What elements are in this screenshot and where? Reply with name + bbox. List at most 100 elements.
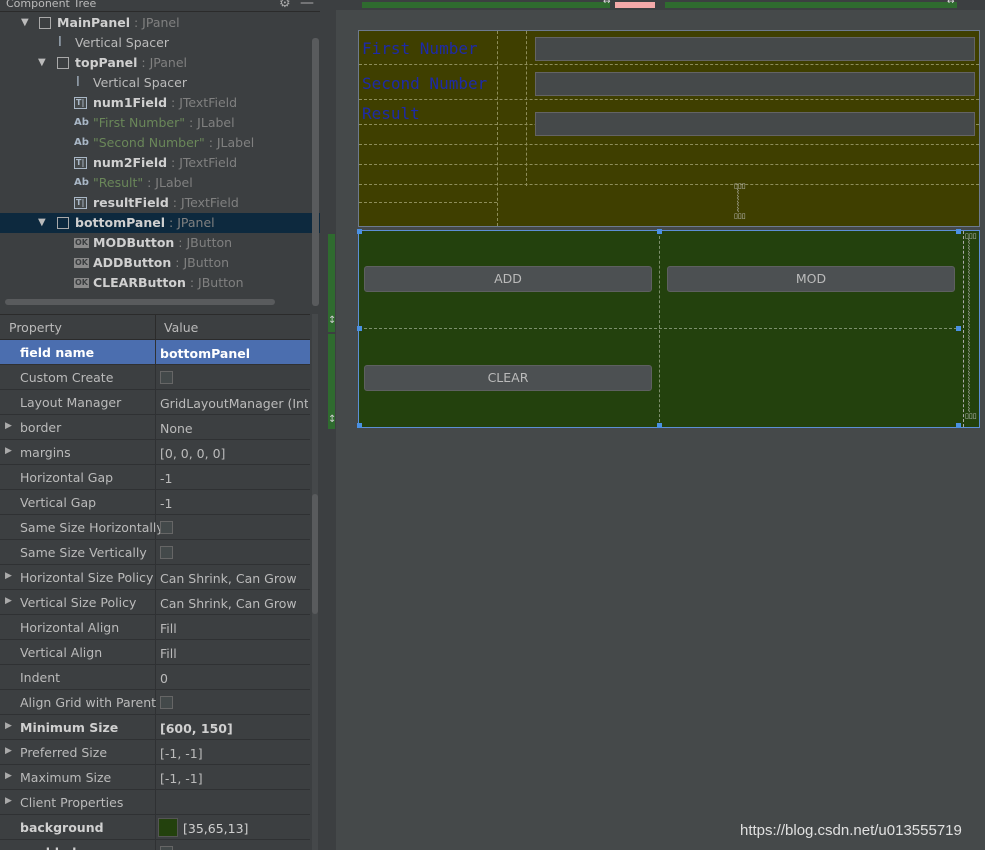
tree-node-second-number-label[interactable]: Ab "Second Number" : JLabel bbox=[0, 133, 320, 153]
resize-horizontal-icon[interactable]: ↔ bbox=[947, 0, 955, 7]
prop-value[interactable]: [35,65,13] bbox=[183, 821, 320, 836]
expand-arrow-icon[interactable]: ▼ bbox=[21, 13, 29, 33]
mod-button[interactable]: MOD bbox=[667, 266, 955, 292]
prop-value[interactable]: [0, 0, 0, 0] bbox=[160, 446, 308, 461]
resize-handle[interactable] bbox=[657, 423, 662, 428]
resize-handle[interactable] bbox=[956, 423, 961, 428]
vertical-spacer-icon[interactable]: ▯▯▯ ⌇ ⌇ ⌇ ⌇ ▯▯▯ bbox=[734, 183, 746, 220]
bottom-panel[interactable]: ADD MOD CLEAR ▯▯▯ ⌇ ⌇ ⌇ ⌇ ⌇ ⌇ ⌇ ⌇ ⌇ ⌇ ⌇ … bbox=[357, 229, 980, 428]
tree-node-addbutton[interactable]: OK ADDButton : JButton bbox=[0, 253, 320, 273]
prop-row-field-name[interactable]: field name bottomPanel bbox=[0, 340, 310, 365]
expand-arrow-icon[interactable]: ▶ bbox=[5, 771, 12, 781]
prop-row-vertical-size-policy[interactable]: ▶ Vertical Size Policy Can Shrink, Can Gro… bbox=[0, 590, 310, 615]
resize-handle[interactable] bbox=[357, 423, 362, 428]
tree-node-mainpanel[interactable]: ▼ MainPanel : JPanel bbox=[0, 13, 320, 33]
tree-node-modbutton[interactable]: OK MODButton : JButton bbox=[0, 233, 320, 253]
prop-row-align-grid-with-parent[interactable]: Align Grid with Parent bbox=[0, 690, 310, 715]
tree-node-toppanel[interactable]: ▼ topPanel : JPanel bbox=[0, 53, 320, 73]
splitter[interactable]: ↕ ↕ bbox=[320, 0, 336, 850]
property-scrollbar[interactable] bbox=[312, 314, 318, 850]
tree-node-result-label[interactable]: Ab "Result" : JLabel bbox=[0, 173, 320, 193]
expand-arrow-icon[interactable]: ▶ bbox=[5, 721, 12, 731]
prop-row-layout-manager[interactable]: Layout Manager GridLayoutManager (Int... bbox=[0, 390, 310, 415]
prop-value[interactable]: Fill bbox=[160, 646, 308, 661]
expand-arrow-icon[interactable]: ▶ bbox=[5, 796, 12, 806]
top-panel[interactable]: First Number Second Number Result ▯▯▯ ⌇ … bbox=[358, 30, 980, 227]
result-field[interactable] bbox=[535, 112, 975, 136]
tree-node-vertical-spacer[interactable]: Ι Vertical Spacer bbox=[0, 33, 320, 53]
prop-value[interactable]: GridLayoutManager (Int... bbox=[160, 396, 308, 411]
num1-field[interactable] bbox=[535, 37, 975, 61]
prop-row-same-size-horizontally[interactable]: Same Size Horizontally bbox=[0, 515, 310, 540]
prop-value[interactable]: [-1, -1] bbox=[160, 771, 308, 786]
prop-row-indent[interactable]: Indent 0 bbox=[0, 665, 310, 690]
tree-node-first-number-label[interactable]: Ab "First Number" : JLabel bbox=[0, 113, 320, 133]
expand-arrow-icon[interactable]: ▶ bbox=[5, 571, 12, 581]
second-number-label[interactable]: Second Number bbox=[362, 74, 487, 93]
prop-row-background[interactable]: background [35,65,13] bbox=[0, 815, 310, 840]
expand-arrow-icon[interactable]: ▶ bbox=[5, 596, 12, 606]
enabled-checkbox[interactable] bbox=[160, 846, 173, 850]
num2-field[interactable] bbox=[535, 72, 975, 96]
horizontal-spacer-icon[interactable]: ▯▯▯ ⌇ ⌇ ⌇ ⌇ ⌇ ⌇ ⌇ ⌇ ⌇ ⌇ ⌇ ⌇ ⌇ ⌇ ⌇ ⌇ ⌇ ⌇ … bbox=[965, 233, 977, 420]
expand-arrow-icon[interactable]: ▶ bbox=[5, 746, 12, 756]
prop-row-margins[interactable]: ▶ margins [0, 0, 0, 0] bbox=[0, 440, 310, 465]
tree-horizontal-scrollbar[interactable] bbox=[5, 299, 275, 305]
tree-vertical-scrollbar[interactable] bbox=[312, 38, 319, 306]
clear-button[interactable]: CLEAR bbox=[364, 365, 652, 391]
add-button[interactable]: ADD bbox=[364, 266, 652, 292]
expand-arrow-icon[interactable]: ▶ bbox=[5, 421, 12, 431]
prop-row-minimum-size[interactable]: ▶ Minimum Size [600, 150] bbox=[0, 715, 310, 740]
prop-row-border[interactable]: ▶ border None bbox=[0, 415, 310, 440]
prop-row-horizontal-size-policy[interactable]: ▶ Horizontal Size Policy Can Shrink, Can G… bbox=[0, 565, 310, 590]
tree-node-clearbutton[interactable]: OK CLEARButton : JButton bbox=[0, 273, 320, 293]
resize-handle[interactable] bbox=[657, 229, 662, 234]
tree-node-resultfield[interactable]: T| resultField : JTextField bbox=[0, 193, 320, 213]
tree-node-vertical-spacer[interactable]: Ι Vertical Spacer bbox=[0, 73, 320, 93]
prop-row-maximum-size[interactable]: ▶ Maximum Size [-1, -1] bbox=[0, 765, 310, 790]
prop-row-same-size-vertically[interactable]: Same Size Vertically bbox=[0, 540, 310, 565]
column-grip[interactable] bbox=[362, 2, 610, 8]
minimize-icon[interactable]: — bbox=[300, 0, 314, 11]
tree-node-num1field[interactable]: T| num1Field : JTextField bbox=[0, 93, 320, 113]
result-label[interactable]: Result bbox=[362, 104, 420, 123]
resize-handle[interactable] bbox=[956, 229, 961, 234]
expand-arrow-icon[interactable]: ▼ bbox=[38, 53, 46, 73]
prop-row-vertical-align[interactable]: Vertical Align Fill bbox=[0, 640, 310, 665]
resize-handle[interactable] bbox=[357, 229, 362, 234]
prop-value[interactable]: Fill bbox=[160, 621, 308, 636]
prop-value[interactable]: [600, 150] bbox=[160, 721, 308, 736]
expand-arrow-icon[interactable]: ▶ bbox=[5, 446, 12, 456]
prop-row-client-properties[interactable]: ▶ Client Properties bbox=[0, 790, 310, 815]
prop-value[interactable]: None bbox=[160, 421, 308, 436]
prop-row-preferred-size[interactable]: ▶ Preferred Size [-1, -1] bbox=[0, 740, 310, 765]
custom-create-checkbox[interactable] bbox=[160, 371, 173, 384]
prop-row-horizontal-gap[interactable]: Horizontal Gap -1 bbox=[0, 465, 310, 490]
resize-handle[interactable] bbox=[956, 326, 961, 331]
prop-value[interactable]: 0 bbox=[160, 671, 308, 686]
column-grip-selected[interactable] bbox=[615, 2, 655, 8]
prop-value[interactable]: Can Shrink, Can Grow bbox=[160, 596, 308, 611]
prop-value[interactable]: bottomPanel bbox=[160, 346, 308, 361]
prop-row-horizontal-align[interactable]: Horizontal Align Fill bbox=[0, 615, 310, 640]
tree-node-bottompanel[interactable]: ▼ bottomPanel : JPanel bbox=[0, 213, 320, 233]
color-swatch[interactable] bbox=[158, 818, 178, 837]
align-grid-checkbox[interactable] bbox=[160, 696, 173, 709]
prop-row-enabled[interactable]: enabled bbox=[0, 840, 310, 850]
column-grip[interactable] bbox=[665, 2, 957, 8]
prop-value[interactable]: [-1, -1] bbox=[160, 746, 308, 761]
same-size-horizontally-checkbox[interactable] bbox=[160, 521, 173, 534]
resize-handle[interactable] bbox=[357, 326, 362, 331]
designer-canvas[interactable]: ↔ ↔ First Number Second Number Result ▯▯… bbox=[336, 0, 985, 850]
expand-arrow-icon[interactable]: ▼ bbox=[38, 213, 46, 233]
tree-node-num2field[interactable]: T| num2Field : JTextField bbox=[0, 153, 320, 173]
resize-horizontal-icon[interactable]: ↔ bbox=[603, 0, 611, 7]
prop-row-vertical-gap[interactable]: Vertical Gap -1 bbox=[0, 490, 310, 515]
gear-icon[interactable]: ⚙ bbox=[279, 0, 291, 11]
value-column-header[interactable]: Value bbox=[164, 320, 198, 335]
prop-value[interactable]: -1 bbox=[160, 496, 308, 511]
prop-value[interactable]: Can Shrink, Can Grow bbox=[160, 571, 308, 586]
prop-value[interactable]: -1 bbox=[160, 471, 308, 486]
property-column-header[interactable]: Property bbox=[9, 320, 62, 335]
prop-row-custom-create[interactable]: Custom Create bbox=[0, 365, 310, 390]
